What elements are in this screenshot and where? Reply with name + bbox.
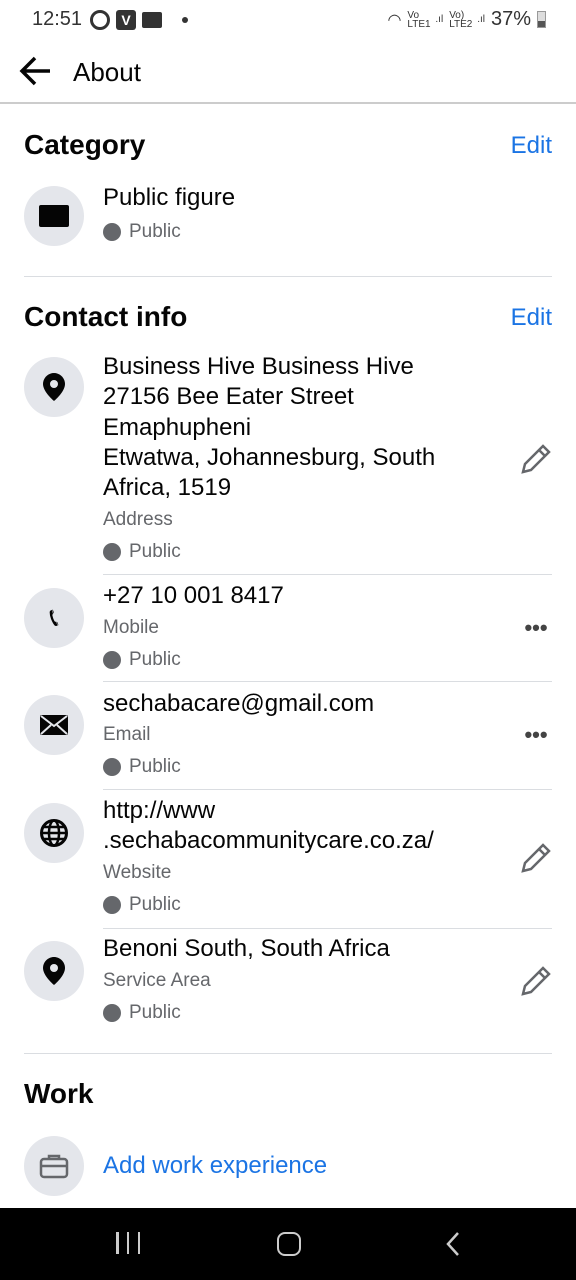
v-app-icon: V	[116, 10, 136, 30]
phone-more-button[interactable]: •••	[518, 610, 554, 646]
row-divider	[103, 789, 552, 790]
folder-icon	[142, 12, 162, 28]
category-heading: Category	[24, 129, 146, 160]
privacy-indicator: Public	[103, 221, 181, 243]
battery-icon	[537, 11, 546, 28]
section-divider	[24, 276, 552, 277]
add-work-experience-link[interactable]: Add work experience	[103, 1151, 327, 1181]
category-value: Public figure	[103, 184, 236, 211]
privacy-indicator: Public	[103, 756, 181, 778]
signal-1-label: Vo LTE1	[407, 9, 431, 30]
pencil-icon	[521, 843, 551, 873]
address-label: Address	[103, 509, 173, 530]
edit-website-button[interactable]	[518, 840, 554, 876]
edit-address-button[interactable]	[518, 441, 554, 477]
edit-service-area-button[interactable]	[518, 963, 554, 999]
privacy-indicator: Public	[103, 894, 181, 916]
signal-2-label: Vo) LTE2	[449, 9, 473, 30]
globe-icon	[103, 1004, 121, 1022]
privacy-indicator: Public	[103, 1002, 181, 1024]
globe-icon	[103, 651, 121, 669]
location-pin-icon	[43, 957, 65, 985]
contact-edit-link[interactable]: Edit	[511, 304, 552, 332]
more-icon: •••	[524, 722, 548, 747]
email-label: Email	[103, 724, 151, 745]
header-divider	[0, 102, 576, 104]
battery-percent: 37%	[490, 8, 531, 30]
section-divider	[24, 1053, 552, 1054]
briefcase-icon-circle	[24, 1136, 84, 1196]
privacy-indicator: Public	[103, 649, 181, 671]
wifi-icon: ◠	[387, 11, 402, 29]
row-divider	[103, 574, 552, 575]
work-heading: Work	[24, 1078, 94, 1109]
email-icon-circle	[24, 695, 84, 755]
phone-icon-circle: 📞︎	[24, 588, 84, 648]
home-button[interactable]	[277, 1232, 301, 1256]
signal-icon: .ıl	[477, 14, 485, 25]
arrow-left-icon	[19, 56, 50, 86]
page-title: About	[73, 57, 141, 87]
back-button[interactable]	[18, 55, 54, 87]
row-divider	[103, 928, 552, 929]
website-icon-circle	[24, 803, 84, 863]
pencil-icon	[521, 444, 551, 474]
privacy-label: Public	[129, 221, 181, 242]
contact-heading: Contact info	[24, 301, 188, 332]
email-value: sechabacare@gmail.com	[103, 690, 375, 717]
signal-icon: .ıl	[435, 14, 444, 25]
sync-icon	[90, 10, 110, 30]
category-edit-link[interactable]: Edit	[511, 132, 552, 160]
globe-icon	[103, 543, 121, 561]
recent-apps-button[interactable]	[116, 1232, 140, 1254]
globe-icon	[103, 758, 121, 776]
website-label: Website	[103, 862, 172, 883]
phone-label: Mobile	[103, 617, 159, 638]
email-more-button[interactable]: •••	[518, 717, 554, 753]
briefcase-icon	[39, 1154, 69, 1179]
website-value[interactable]: http://www .sechabacommunitycare.co.za/	[103, 796, 434, 857]
back-nav-button[interactable]	[446, 1231, 460, 1262]
phone-icon: 📞︎	[49, 602, 59, 632]
phone-value: +27 10 001 8417	[103, 582, 284, 609]
globe-icon	[103, 896, 121, 914]
service-area-value: Benoni South, South Africa	[103, 935, 390, 962]
chevron-left-icon	[446, 1232, 459, 1256]
system-nav-bar	[0, 1208, 576, 1280]
globe-icon	[103, 223, 121, 241]
status-time: 12:51	[32, 8, 83, 30]
service-area-label: Service Area	[103, 970, 211, 991]
privacy-indicator: Public	[103, 541, 181, 563]
dot-icon	[182, 17, 188, 23]
pencil-icon	[521, 966, 551, 996]
location-icon-circle	[24, 357, 84, 417]
row-divider	[103, 681, 552, 682]
notification-icons: V	[90, 10, 188, 30]
location-pin-icon	[43, 373, 65, 401]
envelope-icon	[40, 715, 68, 735]
globe-icon	[40, 819, 68, 847]
category-icon	[24, 186, 84, 246]
address-value: Business Hive Business Hive 27156 Bee Eat…	[103, 353, 436, 502]
more-icon: •••	[524, 615, 548, 640]
service-area-icon-circle	[24, 941, 84, 1001]
folder-icon	[39, 205, 69, 227]
